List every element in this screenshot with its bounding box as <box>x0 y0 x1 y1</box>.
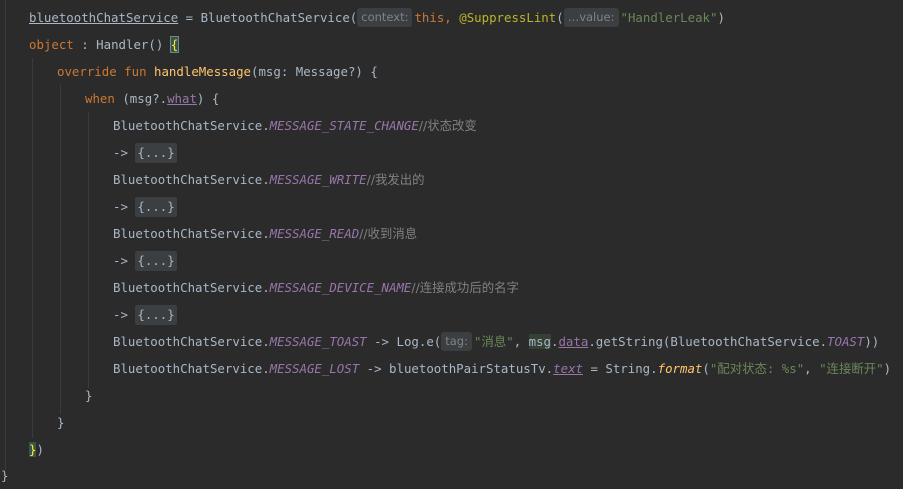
code-text: BluetoothChatService. <box>113 226 270 241</box>
constant-message-lost: MESSAGE_LOST <box>269 361 360 376</box>
keyword-when: when <box>85 91 115 106</box>
code-text: , <box>513 334 529 349</box>
comment: //我发出的 <box>366 172 425 187</box>
code-text: BluetoothChatService. <box>113 172 270 187</box>
code-line-17[interactable]: }) <box>29 436 44 463</box>
function-name[interactable]: handleMessage <box>154 64 251 79</box>
code-text: (msg: Message?) { <box>251 64 378 79</box>
code-line-1[interactable]: bluetoothChatService = BluetoothChatServ… <box>29 4 725 31</box>
constant-message-state-change: MESSAGE_STATE_CHANGE <box>269 118 419 133</box>
code-text: -> Log.e( <box>366 334 442 349</box>
code-text: ( <box>556 10 564 25</box>
code-line-5[interactable]: BluetoothChatService.MESSAGE_STATE_CHANG… <box>113 112 477 139</box>
code-text: : <box>73 37 97 52</box>
code-line-11[interactable]: BluetoothChatService.MESSAGE_DEVICE_NAME… <box>113 274 519 301</box>
comment: //连接成功后的名字 <box>411 280 519 295</box>
code-line-12[interactable]: -> {...} <box>113 301 177 328</box>
constant-message-device-name: MESSAGE_DEVICE_NAME <box>269 280 412 295</box>
indent-guide <box>88 112 89 388</box>
code-text: = String. <box>583 361 658 376</box>
comment: //收到消息 <box>359 226 418 241</box>
code-text: ( <box>702 361 710 376</box>
string-literal: "HandlerLeak" <box>620 10 718 25</box>
code-text: -> bluetoothPairStatusTv. <box>359 361 554 376</box>
folded-code-block[interactable]: {...} <box>135 197 177 217</box>
code-text: ) <box>717 10 725 25</box>
matched-brace-highlight: { <box>169 36 180 53</box>
property-data[interactable]: data <box>558 334 588 349</box>
closing-brace: } <box>85 388 93 403</box>
string-literal: "连接断开" <box>819 361 884 376</box>
code-text: -> <box>113 253 128 268</box>
class-handler: Handler() <box>96 37 164 52</box>
code-text: .getString(BluetoothChatService. <box>588 334 828 349</box>
parameter-hint-value: …value: <box>563 8 619 27</box>
code-editor[interactable]: bluetoothChatService = BluetoothChatServ… <box>0 0 903 483</box>
code-line-16[interactable]: } <box>57 409 64 436</box>
string-literal: "消息" <box>473 334 514 349</box>
code-text: , <box>804 361 820 376</box>
code-text: BluetoothChatService. <box>113 334 270 349</box>
code-text: ) <box>883 361 892 376</box>
keyword-fun: fun <box>124 64 147 79</box>
comment: //状态改变 <box>418 118 477 133</box>
property-text[interactable]: text <box>553 361 583 376</box>
code-line-8[interactable]: -> {...} <box>113 193 177 220</box>
code-line-15[interactable]: } <box>85 382 92 409</box>
code-text: BluetoothChatService. <box>113 118 270 133</box>
method-format[interactable]: format <box>658 361 703 376</box>
code-text: BluetoothChatService. <box>113 280 270 295</box>
code-line-2[interactable]: object : Handler() { <box>29 31 180 58</box>
indent-guide <box>5 0 6 470</box>
closing-paren: ) <box>36 442 44 457</box>
code-text: -> <box>113 199 128 214</box>
constant-toast: TOAST <box>827 334 865 349</box>
code-text: BluetoothChatService. <box>113 361 270 376</box>
field-bluetooth-chat-service[interactable]: bluetoothChatService <box>29 10 178 25</box>
code-line-10[interactable]: -> {...} <box>113 247 177 274</box>
keyword-override: override <box>57 64 117 79</box>
code-line-7[interactable]: BluetoothChatService.MESSAGE_WRITE//我发出的 <box>113 166 425 193</box>
code-line-13[interactable]: BluetoothChatService.MESSAGE_TOAST -> Lo… <box>113 328 879 355</box>
code-text: -> <box>113 145 128 160</box>
folded-code-block[interactable]: {...} <box>135 143 177 163</box>
code-line-3[interactable]: override fun handleMessage(msg: Message?… <box>57 58 378 85</box>
keyword-object: object <box>29 37 74 52</box>
keyword-this: this, <box>414 10 452 25</box>
folded-code-block[interactable]: {...} <box>135 305 177 325</box>
code-text: )) <box>864 334 880 349</box>
constant-message-toast: MESSAGE_TOAST <box>269 334 367 349</box>
parameter-hint-context: context: <box>357 8 413 27</box>
closing-brace: } <box>1 468 9 483</box>
code-line-6[interactable]: -> {...} <box>113 139 177 166</box>
code-line-14[interactable]: BluetoothChatService.MESSAGE_LOST -> blu… <box>113 355 891 382</box>
code-line-9[interactable]: BluetoothChatService.MESSAGE_READ//收到消息 <box>113 220 417 247</box>
indent-guide <box>60 84 61 414</box>
code-line-18[interactable]: } <box>1 462 8 489</box>
code-text: ) { <box>196 91 220 106</box>
string-literal: "配对状态: %s" <box>709 361 805 376</box>
constant-message-write: MESSAGE_WRITE <box>269 172 367 187</box>
code-text: (msg?. <box>122 91 168 106</box>
closing-brace: } <box>57 415 65 430</box>
constant-message-read: MESSAGE_READ <box>269 226 360 241</box>
variable-msg[interactable]: msg <box>528 334 551 349</box>
property-what[interactable]: what <box>167 91 197 106</box>
code-text: BluetoothChatService( <box>200 10 358 25</box>
parameter-hint-tag: tag: <box>441 332 472 351</box>
code-line-4[interactable]: when (msg?.what) { <box>85 85 219 112</box>
annotation-suppress-lint: @SuppressLint <box>459 10 557 25</box>
code-text: = <box>178 10 201 25</box>
folded-code-block[interactable]: {...} <box>135 251 177 271</box>
code-text: -> <box>113 307 128 322</box>
indent-guide <box>32 58 33 438</box>
